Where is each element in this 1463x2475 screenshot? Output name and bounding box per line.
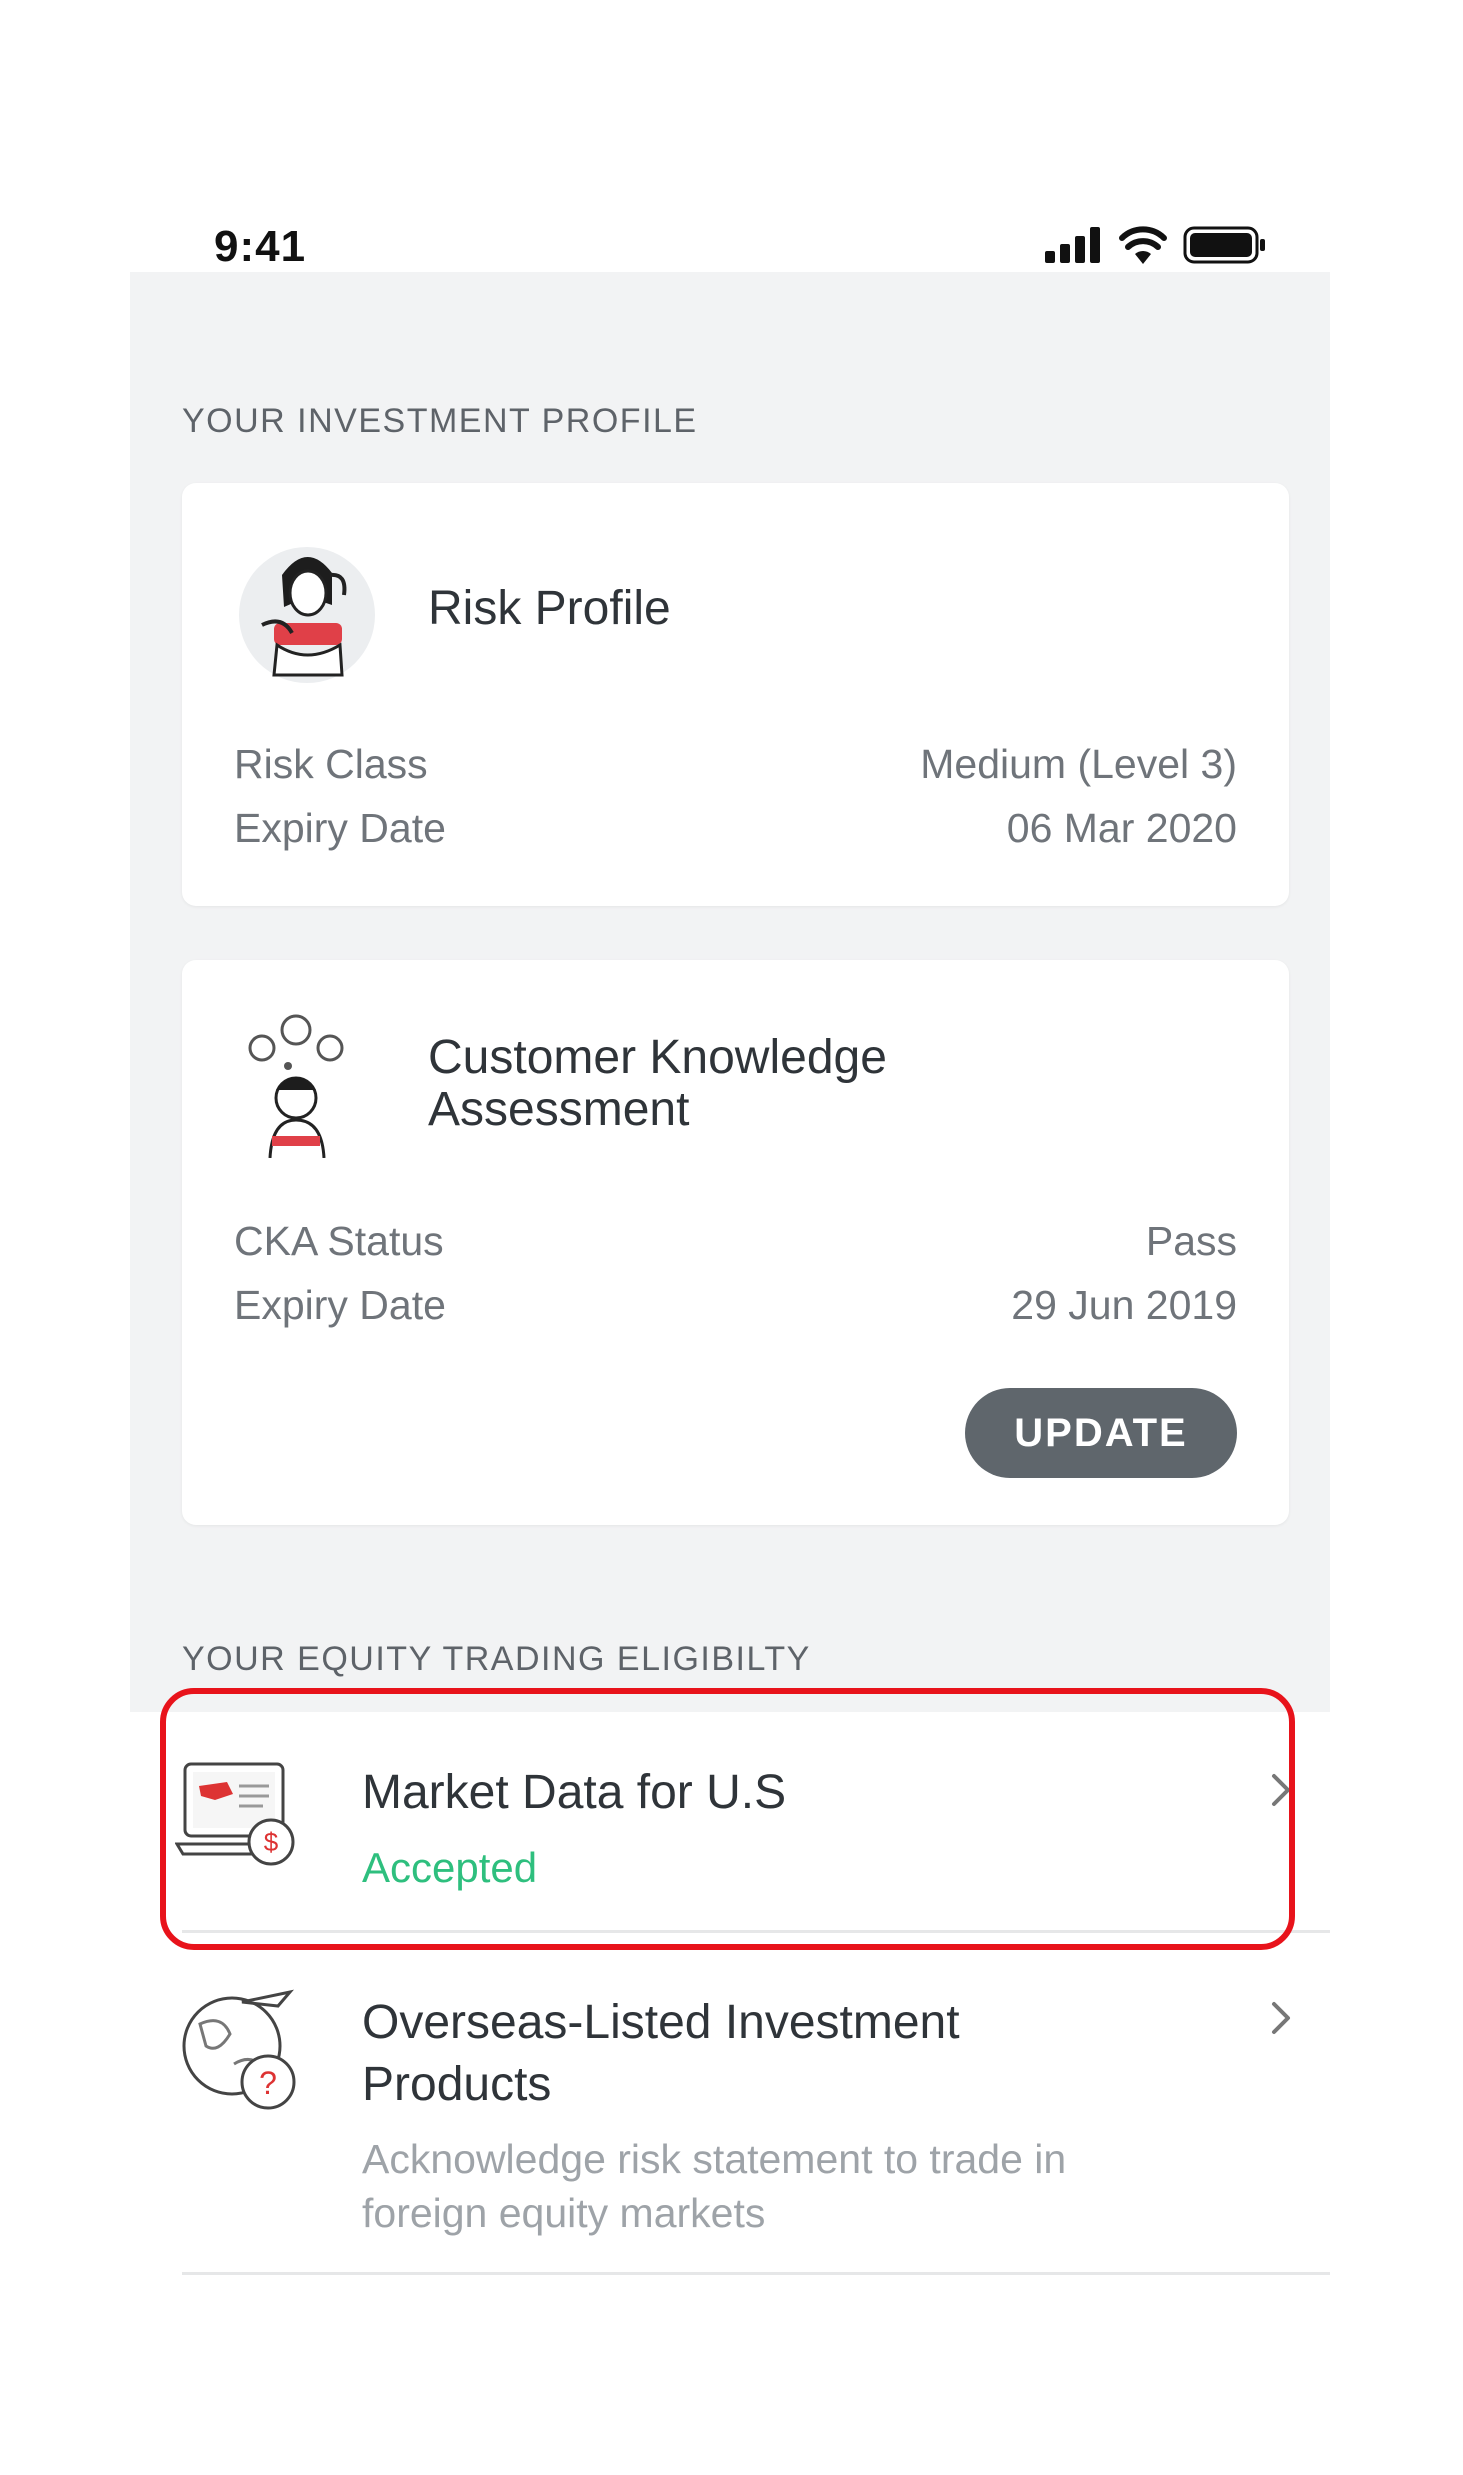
risk-profile-avatar-icon	[239, 547, 375, 683]
cka-expiry-value: 29 Jun 2019	[1011, 1282, 1237, 1328]
section-title-investment-profile: YOUR INVESTMENT PROFILE	[182, 402, 698, 440]
svg-text:?: ?	[259, 2065, 277, 2101]
market-data-title: Market Data for U.S	[362, 1766, 787, 1819]
update-button[interactable]: UPDATE	[965, 1388, 1237, 1478]
risk-profile-card[interactable]: Risk Profile Risk Class Medium (Level 3)…	[182, 483, 1289, 906]
cka-card[interactable]: Customer Knowledge Assessment CKA Status…	[182, 960, 1289, 1525]
market-data-icon: $	[175, 1762, 295, 1866]
chevron-right-icon[interactable]	[1260, 1770, 1300, 1810]
overseas-desc-line2: foreign equity markets	[362, 2190, 766, 2236]
status-icons	[1045, 226, 1267, 264]
cka-status-label: CKA Status	[234, 1218, 444, 1264]
cka-avatar-icon	[248, 1014, 344, 1158]
battery-icon	[1183, 226, 1265, 264]
signal-icon	[1045, 227, 1100, 263]
screen: 9:41 YOUR INVESTMENT PROFILE Risk Profil…	[0, 0, 1463, 2475]
wifi-icon	[1119, 226, 1167, 264]
risk-expiry-label: Expiry Date	[234, 805, 446, 851]
cka-title-line2: Assessment	[428, 1083, 690, 1136]
risk-profile-title: Risk Profile	[428, 582, 671, 635]
svg-text:$: $	[264, 1827, 279, 1857]
cka-title-line1: Customer Knowledge	[428, 1031, 887, 1084]
globe-question-icon: ?	[182, 1989, 296, 2110]
market-data-status: Accepted	[362, 1844, 538, 1891]
risk-class-label: Risk Class	[234, 741, 428, 787]
cka-expiry-label: Expiry Date	[234, 1282, 446, 1328]
overseas-desc-line1: Acknowledge risk statement to trade in	[362, 2136, 1067, 2182]
status-time: 9:41	[214, 222, 307, 271]
chevron-right-icon[interactable]	[1260, 1998, 1300, 2038]
list-item-market-data[interactable]: $ Market Data for U.S Accepted	[130, 1712, 1330, 1930]
overseas-title-line1: Overseas-Listed Investment	[362, 1996, 960, 2049]
cka-status-value: Pass	[1145, 1218, 1237, 1264]
section-title-equity-eligibility: YOUR EQUITY TRADING ELIGIBILTY	[182, 1640, 811, 1678]
risk-expiry-value: 06 Mar 2020	[1006, 805, 1237, 851]
list-divider	[182, 2272, 1330, 2275]
list-divider	[182, 1930, 1330, 1933]
overseas-title-line2: Products	[362, 2058, 552, 2111]
list-item-overseas-listed[interactable]: ? Overseas-Listed Investment Products Ac…	[130, 1940, 1330, 2270]
risk-class-value: Medium (Level 3)	[920, 741, 1237, 787]
